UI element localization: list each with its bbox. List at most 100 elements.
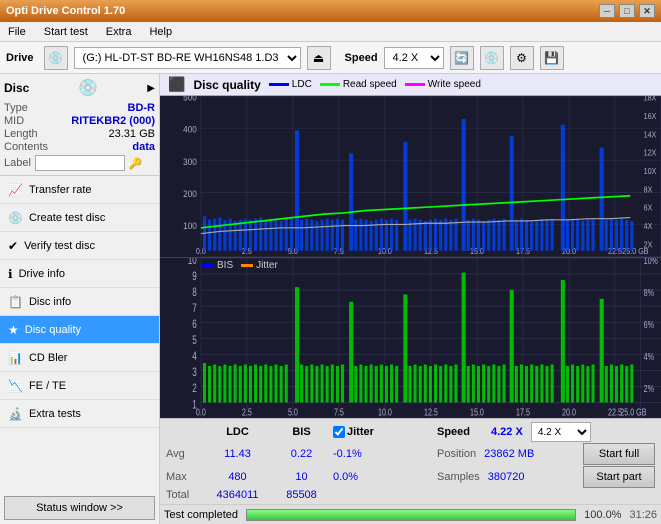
menu-help[interactable]: Help xyxy=(145,25,176,39)
upper-chart-svg: 500 400 300 200 100 18X 16X 14X 12X 10X … xyxy=(160,96,661,257)
svg-text:20.0: 20.0 xyxy=(562,406,576,418)
max-ldc: 480 xyxy=(205,471,270,483)
menu-file[interactable]: File xyxy=(4,25,30,39)
svg-text:14X: 14X xyxy=(644,130,657,139)
sidebar-item-disc-quality[interactable]: ★ Disc quality xyxy=(0,316,159,344)
disc-panel: Disc 💿 ▶ Type BD-R MID RITEKBR2 (000) Le… xyxy=(0,74,159,176)
minimize-button[interactable]: ─ xyxy=(599,4,615,18)
disc-info-icon: 📋 xyxy=(8,295,23,309)
legend-ldc-color xyxy=(269,83,289,86)
disc-length-label: Length xyxy=(4,128,38,140)
svg-text:6%: 6% xyxy=(644,318,654,330)
window-controls: ─ □ ✕ xyxy=(599,4,655,18)
settings-button[interactable]: ⚙ xyxy=(510,46,534,70)
status-text: Test completed xyxy=(164,509,238,521)
legend-read-speed: Read speed xyxy=(320,79,397,90)
sidebar-item-extra-tests[interactable]: 🔬 Extra tests xyxy=(0,400,159,428)
jitter-header: Jitter xyxy=(347,426,374,438)
disc-title: Disc xyxy=(4,81,29,95)
sidebar-item-label: FE / TE xyxy=(29,380,66,392)
stats-bis-header: BIS xyxy=(274,426,329,438)
svg-text:10%: 10% xyxy=(644,258,658,266)
status-window-button[interactable]: Status window >> xyxy=(4,496,155,520)
svg-text:6X: 6X xyxy=(644,203,653,212)
menu-start-test[interactable]: Start test xyxy=(40,25,92,39)
speed-select-stats[interactable]: 4.2 X xyxy=(531,422,591,442)
disc-quality-icon: ★ xyxy=(8,323,19,337)
lower-chart-svg: 10 9 8 7 6 5 4 3 2 1 10% 8% xyxy=(160,258,661,419)
speed-value: 4.22 X xyxy=(491,426,523,438)
charts-area: 500 400 300 200 100 18X 16X 14X 12X 10X … xyxy=(160,96,661,418)
sidebar-item-transfer-rate[interactable]: 📈 Transfer rate xyxy=(0,176,159,204)
close-button[interactable]: ✕ xyxy=(639,4,655,18)
samples-label: Samples xyxy=(437,471,480,483)
cd-bler-icon: 📊 xyxy=(8,351,23,365)
progress-bar-container xyxy=(246,509,576,521)
svg-text:12.5: 12.5 xyxy=(424,406,438,418)
svg-text:12X: 12X xyxy=(644,148,657,157)
stats-avg-row: Avg 11.43 0.22 -0.1% Position 23862 MB S… xyxy=(166,443,655,465)
svg-text:2%: 2% xyxy=(644,382,654,394)
drive-icon-button[interactable]: 💿 xyxy=(44,46,68,70)
speed-selector[interactable]: 4.2 X 2.0 X 1.0 X xyxy=(384,47,444,69)
sidebar-item-disc-info[interactable]: 📋 Disc info xyxy=(0,288,159,316)
transfer-rate-icon: 📈 xyxy=(8,183,23,197)
drive-selector[interactable]: (G:) HL-DT-ST BD-RE WH16NS48 1.D3 xyxy=(74,47,301,69)
avg-jitter: -0.1% xyxy=(333,448,433,460)
svg-text:0.0: 0.0 xyxy=(196,406,206,418)
sidebar-item-label: Disc info xyxy=(29,296,71,308)
svg-text:500: 500 xyxy=(183,96,197,103)
drive-info-icon: ℹ xyxy=(8,267,13,281)
menu-bar: File Start test Extra Help xyxy=(0,22,661,42)
jitter-label: Jitter xyxy=(256,260,278,271)
disc-button[interactable]: 💿 xyxy=(480,46,504,70)
svg-text:10: 10 xyxy=(188,258,197,267)
avg-label: Avg xyxy=(166,448,201,460)
sidebar-item-label: Verify test disc xyxy=(24,240,95,252)
svg-text:8X: 8X xyxy=(644,185,653,194)
disc-arrow-icon: ▶ xyxy=(147,83,155,94)
sidebar-item-drive-info[interactable]: ℹ Drive info xyxy=(0,260,159,288)
sidebar-item-cd-bler[interactable]: 📊 CD Bler xyxy=(0,344,159,372)
disc-label-label: Label xyxy=(4,157,31,169)
drive-toolbar: Drive 💿 (G:) HL-DT-ST BD-RE WH16NS48 1.D… xyxy=(0,42,661,74)
stats-total-row: Total 4364011 85508 xyxy=(166,489,655,501)
sidebar-item-verify-test-disc[interactable]: ✔ Verify test disc xyxy=(0,232,159,260)
svg-text:3: 3 xyxy=(192,366,197,379)
svg-text:200: 200 xyxy=(183,188,197,199)
svg-text:400: 400 xyxy=(183,124,197,135)
svg-text:5: 5 xyxy=(192,334,197,347)
svg-text:17.5: 17.5 xyxy=(516,406,530,418)
disc-label-input[interactable] xyxy=(35,155,125,171)
svg-text:15.0: 15.0 xyxy=(470,406,484,418)
progress-percent: 100.0% xyxy=(584,509,621,521)
svg-text:8: 8 xyxy=(192,286,197,299)
position-value: 23862 MB xyxy=(484,448,534,460)
max-jitter: 0.0% xyxy=(333,471,433,483)
sidebar-item-create-test-disc[interactable]: 💿 Create test disc xyxy=(0,204,159,232)
sidebar-item-fe-te[interactable]: 📉 FE / TE xyxy=(0,372,159,400)
jitter-checkbox[interactable] xyxy=(333,426,345,438)
total-label: Total xyxy=(166,489,201,501)
total-bis: 85508 xyxy=(274,489,329,501)
samples-value: 380720 xyxy=(488,471,525,483)
refresh-button[interactable]: 🔄 xyxy=(450,46,474,70)
svg-text:100: 100 xyxy=(183,221,197,232)
menu-extra[interactable]: Extra xyxy=(102,25,136,39)
bis-label: BIS xyxy=(217,260,233,271)
start-part-button[interactable]: Start part xyxy=(583,466,655,488)
eject-button[interactable]: ⏏ xyxy=(307,46,331,70)
svg-text:18X: 18X xyxy=(644,96,657,103)
disc-type-value: BD-R xyxy=(128,102,156,114)
svg-text:2.5: 2.5 xyxy=(242,406,252,418)
legend-read-speed-color xyxy=(320,83,340,86)
stats-ldc-header: LDC xyxy=(205,426,270,438)
save-button[interactable]: 💾 xyxy=(540,46,564,70)
maximize-button[interactable]: □ xyxy=(619,4,635,18)
svg-text:16X: 16X xyxy=(644,112,657,121)
jitter-color xyxy=(241,264,253,267)
avg-bis: 0.22 xyxy=(274,448,329,460)
disc-label-icon[interactable]: 🔑 xyxy=(129,157,143,170)
start-full-button[interactable]: Start full xyxy=(583,443,655,465)
svg-text:4X: 4X xyxy=(644,222,653,231)
